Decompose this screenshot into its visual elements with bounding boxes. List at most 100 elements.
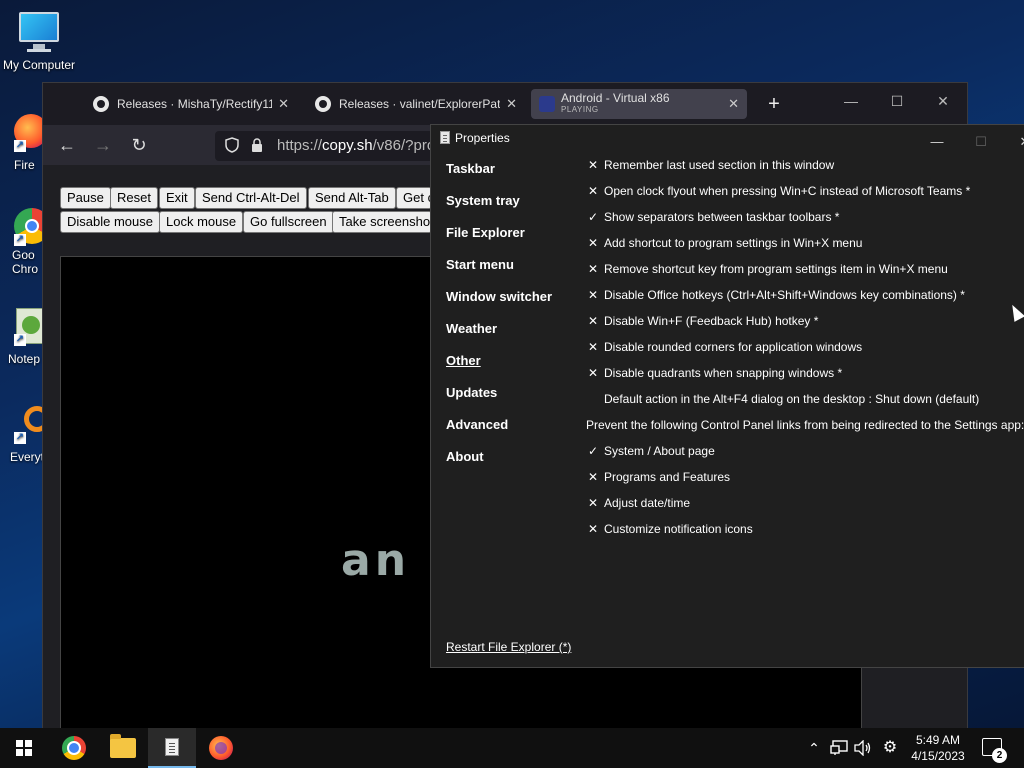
- option-winx-shortcut[interactable]: ✕ Add shortcut to program settings in Win…: [586, 234, 1024, 260]
- tab-title: Releases · valinet/ExplorerPatch: [339, 97, 501, 111]
- url-scheme: https://: [277, 137, 323, 154]
- minimize-icon[interactable]: —: [841, 93, 861, 109]
- taskbar-chrome[interactable]: [50, 728, 98, 768]
- taskbar-firefox[interactable]: [197, 728, 245, 768]
- close-tab-icon[interactable]: ✕: [278, 96, 289, 112]
- nav-file-explorer[interactable]: File Explorer: [446, 225, 586, 257]
- option-show-separators[interactable]: ✓ Show separators between taskbar toolbar…: [586, 208, 1024, 234]
- section-nav: Taskbar System tray File Explorer Start …: [446, 161, 586, 481]
- taskbar-properties[interactable]: [148, 728, 196, 768]
- option-remove-shortcut-key[interactable]: ✕ Remove shortcut key from program settin…: [586, 260, 1024, 286]
- maximize-icon[interactable]: ☐: [887, 93, 907, 110]
- send-ctrl-alt-del-button[interactable]: Send Ctrl-Alt-Del: [195, 187, 307, 209]
- exit-button[interactable]: Exit: [159, 187, 195, 209]
- nav-updates[interactable]: Updates: [446, 385, 586, 417]
- shield-icon[interactable]: [225, 137, 239, 153]
- pause-button[interactable]: Pause: [60, 187, 111, 209]
- reload-icon[interactable]: ↻: [127, 133, 151, 157]
- option-label: Disable quadrants when snapping windows …: [604, 366, 843, 380]
- option-adjust-date-time[interactable]: ✕ Adjust date/time: [586, 494, 1024, 520]
- tab-title: Releases · MishaTy/Rectify11Ins: [117, 97, 273, 111]
- volume-icon[interactable]: [854, 740, 872, 756]
- option-remember-section[interactable]: ✕ Remember last used section in this wind…: [586, 156, 1024, 182]
- restart-file-explorer-link[interactable]: Restart File Explorer (*): [446, 640, 571, 654]
- option-system-about[interactable]: ✓ System / About page: [586, 442, 1024, 468]
- system-clock[interactable]: 5:49 AM 4/15/2023: [906, 732, 970, 764]
- nav-other[interactable]: Other: [446, 353, 586, 385]
- option-label: Disable rounded corners for application …: [604, 340, 863, 354]
- maximize-icon[interactable]: ☐: [971, 129, 991, 155]
- option-disable-win-f[interactable]: ✕ Disable Win+F (Feedback Hub) hotkey *: [586, 312, 1024, 338]
- settings-gear-icon[interactable]: ⚙: [880, 728, 900, 768]
- option-label: Remember last used section in this windo…: [604, 158, 835, 172]
- chrome-icon: [62, 736, 86, 760]
- properties-title-bar: Properties — ☐ ✕: [431, 125, 1024, 151]
- option-label: Add shortcut to program settings in Win+…: [604, 236, 863, 250]
- option-programs-features[interactable]: ✕ Programs and Features: [586, 468, 1024, 494]
- clock-time: 5:49 AM: [915, 733, 961, 747]
- close-icon[interactable]: ✕: [933, 93, 953, 110]
- option-disable-office-hotkeys[interactable]: ✕ Disable Office hotkeys (Ctrl+Alt+Shift+…: [586, 286, 1024, 312]
- option-label: Programs and Features: [604, 470, 731, 484]
- url-host: copy.sh: [322, 137, 373, 154]
- heading-label: Prevent the following Control Panel link…: [586, 418, 1024, 432]
- close-icon[interactable]: ✕: [1015, 129, 1024, 155]
- everything-icon: ↗: [0, 404, 50, 448]
- start-button[interactable]: [0, 728, 48, 768]
- forward-icon[interactable]: →: [91, 133, 115, 157]
- go-fullscreen-button[interactable]: Go fullscreen: [243, 211, 334, 233]
- nav-system-tray[interactable]: System tray: [446, 193, 586, 225]
- check-mark-icon: ✓: [587, 210, 599, 224]
- tab-rectify11[interactable]: Releases · MishaTy/Rectify11Ins ✕: [85, 89, 297, 119]
- tab-strip: Releases · MishaTy/Rectify11Ins ✕ Releas…: [43, 83, 967, 125]
- send-alt-tab-button[interactable]: Send Alt-Tab: [308, 187, 396, 209]
- option-label: Disable Win+F (Feedback Hub) hotkey *: [604, 314, 819, 328]
- get-button[interactable]: Get c: [396, 187, 432, 209]
- x-mark-icon: ✕: [587, 340, 599, 354]
- desktop-icon-my-computer[interactable]: My Computer: [1, 10, 77, 72]
- nav-window-switcher[interactable]: Window switcher: [446, 289, 586, 321]
- reset-button[interactable]: Reset: [110, 187, 158, 209]
- option-label: Disable Office hotkeys (Ctrl+Alt+Shift+W…: [604, 288, 965, 302]
- properties-app-icon: [440, 131, 450, 144]
- nav-taskbar[interactable]: Taskbar: [446, 161, 586, 193]
- option-label: Show separators between taskbar toolbars…: [604, 210, 840, 224]
- disable-mouse-button[interactable]: Disable mouse: [60, 211, 160, 233]
- tab-playing-label: PLAYING: [561, 105, 599, 114]
- properties-icon: [165, 738, 179, 756]
- option-clock-flyout[interactable]: ✕ Open clock flyout when pressing Win+C i…: [586, 182, 1024, 208]
- option-list: ✕ Remember last used section in this wind…: [586, 156, 1024, 546]
- x-mark-icon: ✕: [587, 522, 599, 536]
- nav-advanced[interactable]: Advanced: [446, 417, 586, 449]
- option-disable-quadrants[interactable]: ✕ Disable quadrants when snapping windows…: [586, 364, 1024, 390]
- tab-explorerpatcher[interactable]: Releases · valinet/ExplorerPatch ✕: [307, 89, 525, 119]
- option-notification-icons[interactable]: ✕ Customize notification icons: [586, 520, 1024, 546]
- back-icon[interactable]: ←: [55, 133, 79, 157]
- nav-weather[interactable]: Weather: [446, 321, 586, 353]
- new-tab-button[interactable]: +: [761, 91, 787, 117]
- option-label: Default action in the Alt+F4 dialog on t…: [604, 392, 980, 406]
- option-alt-f4-default[interactable]: Default action in the Alt+F4 dialog on t…: [586, 390, 1024, 416]
- x-mark-icon: ✕: [587, 262, 599, 276]
- tab-android-virtual[interactable]: Android - Virtual x86 PLAYING ✕: [531, 89, 747, 119]
- close-tab-icon[interactable]: ✕: [506, 96, 517, 112]
- option-label: Open clock flyout when pressing Win+C in…: [604, 184, 971, 198]
- show-hidden-icons-button[interactable]: ⌃: [804, 728, 824, 768]
- network-icon[interactable]: [830, 740, 848, 756]
- monitor-icon: [17, 10, 61, 54]
- close-tab-icon[interactable]: ✕: [728, 96, 739, 112]
- windows-logo-icon: [16, 740, 32, 756]
- android-boot-logo: an: [341, 535, 411, 586]
- nav-about[interactable]: About: [446, 449, 586, 481]
- tab-title-block: Android - Virtual x86 PLAYING: [561, 92, 722, 116]
- taskbar-file-explorer[interactable]: [99, 728, 147, 768]
- desktop-icon-label: My Computer: [2, 58, 76, 72]
- option-disable-rounded-corners[interactable]: ✕ Disable rounded corners for application…: [586, 338, 1024, 364]
- option-label: Adjust date/time: [604, 496, 691, 510]
- lock-icon[interactable]: [251, 138, 263, 152]
- option-label: Customize notification icons: [604, 522, 753, 536]
- take-screenshot-button[interactable]: Take screenshot: [332, 211, 432, 233]
- nav-start-menu[interactable]: Start menu: [446, 257, 586, 289]
- minimize-icon[interactable]: —: [927, 129, 947, 155]
- lock-mouse-button[interactable]: Lock mouse: [159, 211, 244, 233]
